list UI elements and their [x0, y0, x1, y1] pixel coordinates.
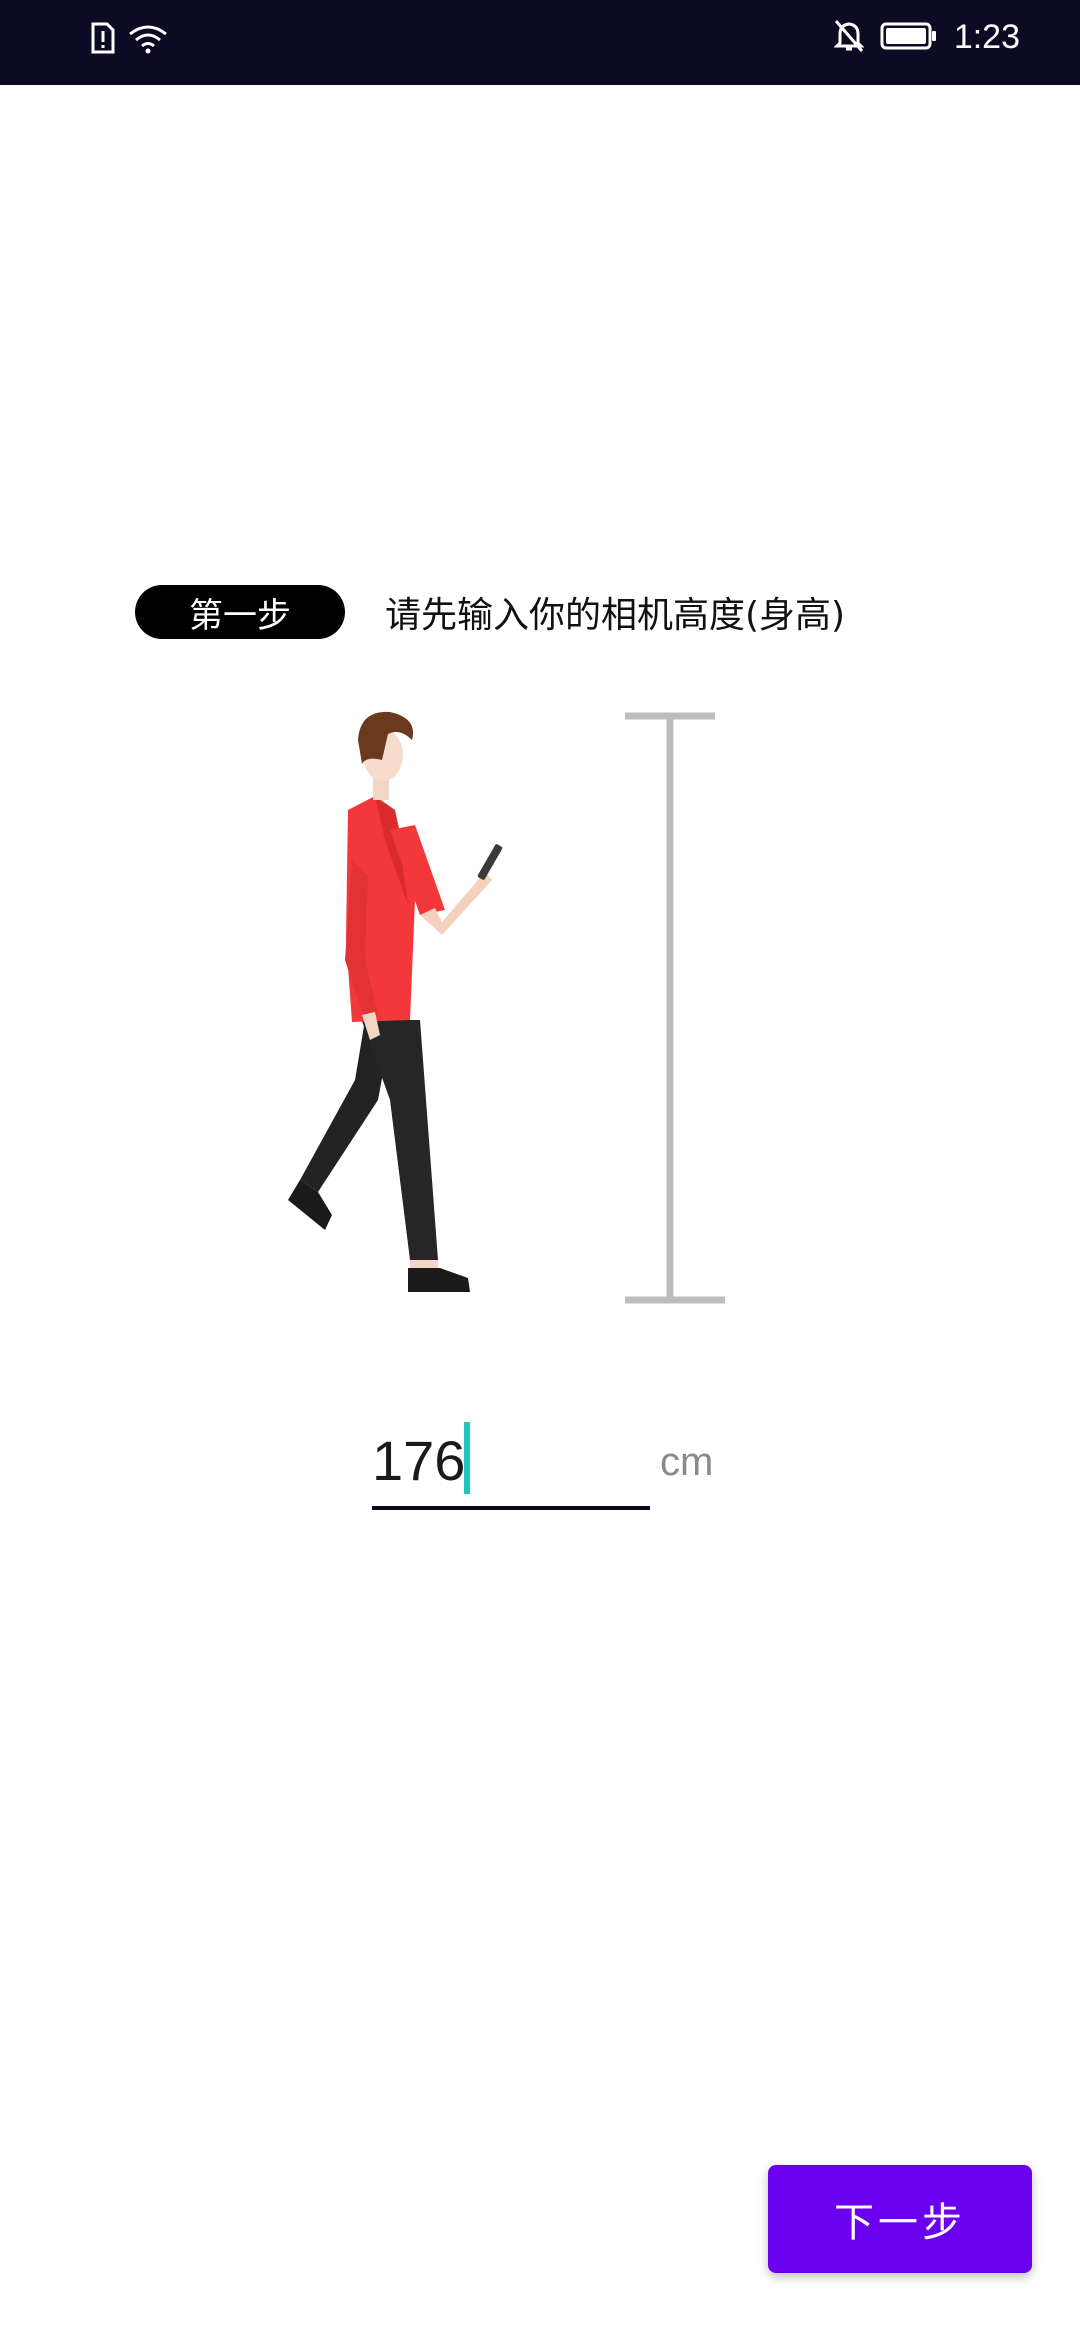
step-badge: 第一步: [135, 585, 345, 639]
next-step-button[interactable]: 下一步: [768, 2165, 1032, 2273]
unit-label: cm: [660, 1440, 714, 1484]
step-instruction: 请先输入你的相机高度(身高): [385, 595, 846, 636]
wifi-icon: [128, 22, 168, 58]
height-input[interactable]: 176: [372, 1420, 650, 1510]
status-bar: 1:23: [0, 0, 1080, 85]
text-caret: [464, 1422, 470, 1494]
bell-off-icon: [833, 19, 865, 57]
height-ruler-icon: [625, 712, 725, 1304]
height-input-value[interactable]: 176: [372, 1428, 465, 1493]
battery-icon: [880, 21, 938, 55]
sim-alert-icon: [90, 22, 116, 58]
step-header: 第一步 请先输入你的相机高度(身高): [135, 585, 845, 639]
walking-person-icon: [288, 711, 725, 1304]
status-time: 1:23: [953, 18, 1020, 56]
height-illustration: [270, 700, 740, 1320]
